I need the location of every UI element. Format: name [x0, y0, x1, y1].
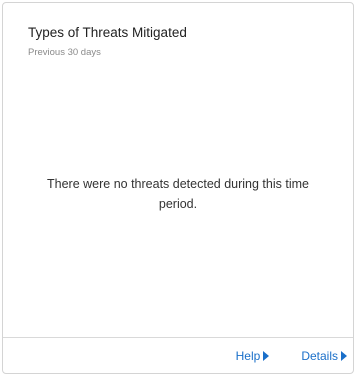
details-link[interactable]: Details	[301, 349, 347, 363]
help-link[interactable]: Help	[236, 349, 270, 363]
triangle-right-icon	[341, 350, 347, 361]
card-subtitle: Previous 30 days	[28, 47, 101, 58]
card-header: Types of Threats Mitigated Previous 30 d…	[3, 3, 353, 59]
help-link-label: Help	[235, 348, 261, 363]
card-footer: Help Details	[3, 337, 353, 373]
empty-state-message: There were no threats detected during th…	[47, 177, 309, 211]
triangle-right-icon	[263, 350, 270, 361]
card-body: There were no threats detected during th…	[3, 63, 353, 343]
threats-mitigated-card: Types of Threats Mitigated Previous 30 d…	[2, 2, 354, 374]
card-title: Types of Threats Mitigated	[28, 25, 187, 40]
details-link-label: Details	[301, 348, 338, 363]
